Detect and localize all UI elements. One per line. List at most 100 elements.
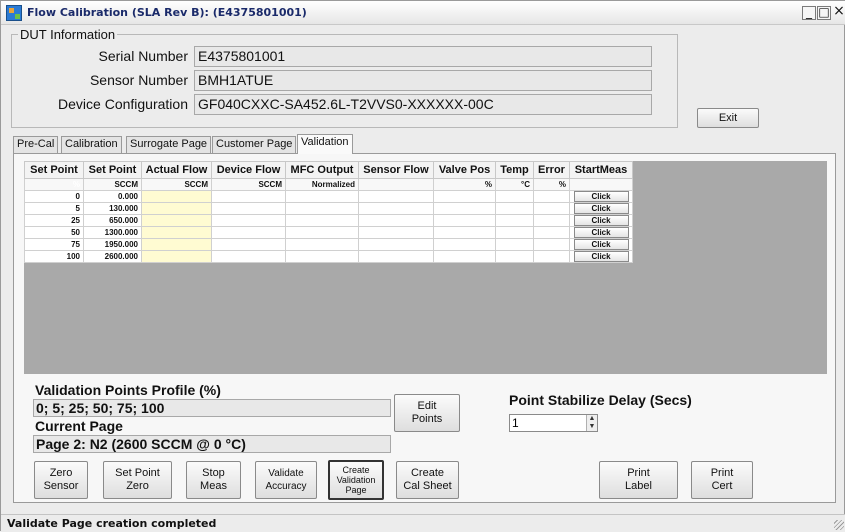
title-bar[interactable]: Flow Calibration (SLA Rev B): (E43758010… — [1, 1, 845, 25]
unit-cell[interactable]: % — [24, 178, 84, 191]
set-point-pct-cell[interactable]: 75 — [24, 238, 84, 251]
actual-flow-cell[interactable] — [141, 202, 212, 215]
mfc-output-cell[interactable] — [285, 214, 359, 227]
sensor-flow-cell[interactable] — [358, 238, 434, 251]
mfc-output-cell[interactable] — [285, 190, 359, 203]
delay-spinner[interactable]: ▲ ▼ — [586, 415, 597, 431]
zero-sensor-button[interactable]: Zero Sensor — [34, 461, 88, 499]
set-point-sccm-cell[interactable]: 1950.000 — [83, 238, 142, 251]
error-cell[interactable] — [533, 250, 570, 263]
mfc-output-cell[interactable] — [285, 250, 359, 263]
device-flow-cell[interactable] — [211, 226, 286, 239]
minimize-button[interactable]: _ — [802, 6, 816, 20]
set-point-pct-cell[interactable]: 50 — [24, 226, 84, 239]
temp-cell[interactable] — [495, 202, 534, 215]
maximize-button[interactable]: □ — [817, 6, 831, 20]
mfc-output-cell[interactable] — [285, 202, 359, 215]
temp-cell[interactable] — [495, 226, 534, 239]
actual-flow-cell[interactable] — [141, 190, 212, 203]
device-flow-cell[interactable] — [211, 214, 286, 227]
mfc-output-cell[interactable] — [285, 226, 359, 239]
unit-cell[interactable] — [569, 178, 633, 191]
tab-pre-cal[interactable]: Pre-Cal — [13, 136, 59, 153]
temp-cell[interactable] — [495, 238, 534, 251]
error-cell[interactable] — [533, 238, 570, 251]
device-flow-cell[interactable] — [211, 202, 286, 215]
set-point-sccm-cell[interactable]: 2600.000 — [83, 250, 142, 263]
start-measure-button[interactable]: Click — [573, 239, 629, 250]
start-measure-button[interactable]: Click — [573, 227, 629, 238]
actual-flow-cell[interactable] — [141, 250, 212, 263]
col-header-valve-pos[interactable]: Valve Pos — [433, 161, 496, 179]
actual-flow-cell[interactable] — [141, 214, 212, 227]
valve-pos-cell[interactable] — [433, 250, 496, 263]
set-point-sccm-cell[interactable]: 130.000 — [83, 202, 142, 215]
unit-cell[interactable]: % — [533, 178, 570, 191]
tab-customer-page[interactable]: Customer Page — [212, 136, 297, 153]
actual-flow-cell[interactable] — [141, 226, 212, 239]
valve-pos-cell[interactable] — [433, 238, 496, 251]
point-stabilize-delay-input[interactable]: 1 ▲ ▼ — [509, 414, 598, 432]
error-cell[interactable] — [533, 202, 570, 215]
start-measure-button[interactable]: Click — [573, 191, 629, 202]
unit-cell[interactable] — [358, 178, 434, 191]
create-cal-sheet-button[interactable]: Create Cal Sheet — [396, 461, 459, 499]
start-measure-button[interactable]: Click — [573, 251, 629, 262]
col-header-temp[interactable]: Temp — [495, 161, 534, 179]
print-label-button[interactable]: Print Label — [599, 461, 678, 499]
stop-meas-button[interactable]: Stop Meas — [186, 461, 241, 499]
mfc-output-cell[interactable] — [285, 238, 359, 251]
set-point-sccm-cell[interactable]: 1300.000 — [83, 226, 142, 239]
col-header-mfc-output[interactable]: MFC Output — [285, 161, 359, 179]
set-point-sccm-cell[interactable]: 0.000 — [83, 190, 142, 203]
set-point-pct-cell[interactable]: 100 — [24, 250, 84, 263]
set-point-pct-cell[interactable]: 25 — [24, 214, 84, 227]
unit-cell[interactable]: SCCM — [141, 178, 212, 191]
temp-cell[interactable] — [495, 250, 534, 263]
device-flow-cell[interactable] — [211, 238, 286, 251]
col-header-set-point-sccm[interactable]: Set Point — [83, 161, 142, 179]
unit-cell[interactable]: % — [433, 178, 496, 191]
unit-cell[interactable]: SCCM — [83, 178, 142, 191]
tab-surrogate-page[interactable]: Surrogate Page — [126, 136, 212, 153]
col-header-device-flow[interactable]: Device Flow — [211, 161, 286, 179]
validate-accuracy-button[interactable]: Validate Accuracy — [255, 461, 317, 499]
col-header-actual-flow[interactable]: Actual Flow — [141, 161, 212, 179]
temp-cell[interactable] — [495, 190, 534, 203]
error-cell[interactable] — [533, 214, 570, 227]
start-measure-button[interactable]: Click — [573, 203, 629, 214]
col-header-error[interactable]: Error — [533, 161, 570, 179]
sensor-flow-cell[interactable] — [358, 214, 434, 227]
set-point-zero-button[interactable]: Set Point Zero — [103, 461, 172, 499]
sensor-flow-cell[interactable] — [358, 202, 434, 215]
unit-cell[interactable]: Normalized — [285, 178, 359, 191]
valve-pos-cell[interactable] — [433, 214, 496, 227]
col-header-sensor-flow[interactable]: Sensor Flow — [358, 161, 434, 179]
set-point-pct-cell[interactable]: 0 — [24, 190, 84, 203]
set-point-sccm-cell[interactable]: 650.000 — [83, 214, 142, 227]
unit-cell[interactable]: °C — [495, 178, 534, 191]
valve-pos-cell[interactable] — [433, 226, 496, 239]
device-flow-cell[interactable] — [211, 250, 286, 263]
valve-pos-cell[interactable] — [433, 202, 496, 215]
error-cell[interactable] — [533, 226, 570, 239]
start-measure-button[interactable]: Click — [573, 215, 629, 226]
temp-cell[interactable] — [495, 214, 534, 227]
valve-pos-cell[interactable] — [433, 190, 496, 203]
col-header-startmeas[interactable]: StartMeas — [569, 161, 633, 179]
tab-calibration[interactable]: Calibration — [61, 136, 122, 153]
unit-cell[interactable]: SCCM — [211, 178, 286, 191]
error-cell[interactable] — [533, 190, 570, 203]
set-point-pct-cell[interactable]: 5 — [24, 202, 84, 215]
exit-button[interactable]: Exit — [697, 108, 759, 128]
close-button[interactable]: × — [832, 4, 845, 20]
edit-points-button[interactable]: Edit Points — [394, 394, 460, 432]
print-cert-button[interactable]: Print Cert — [691, 461, 753, 499]
sensor-flow-cell[interactable] — [358, 250, 434, 263]
device-flow-cell[interactable] — [211, 190, 286, 203]
sensor-flow-cell[interactable] — [358, 190, 434, 203]
col-header-set-point-pct[interactable]: Set Point — [24, 161, 84, 179]
tab-validation[interactable]: Validation — [297, 134, 353, 154]
actual-flow-cell[interactable] — [141, 238, 212, 251]
sensor-flow-cell[interactable] — [358, 226, 434, 239]
